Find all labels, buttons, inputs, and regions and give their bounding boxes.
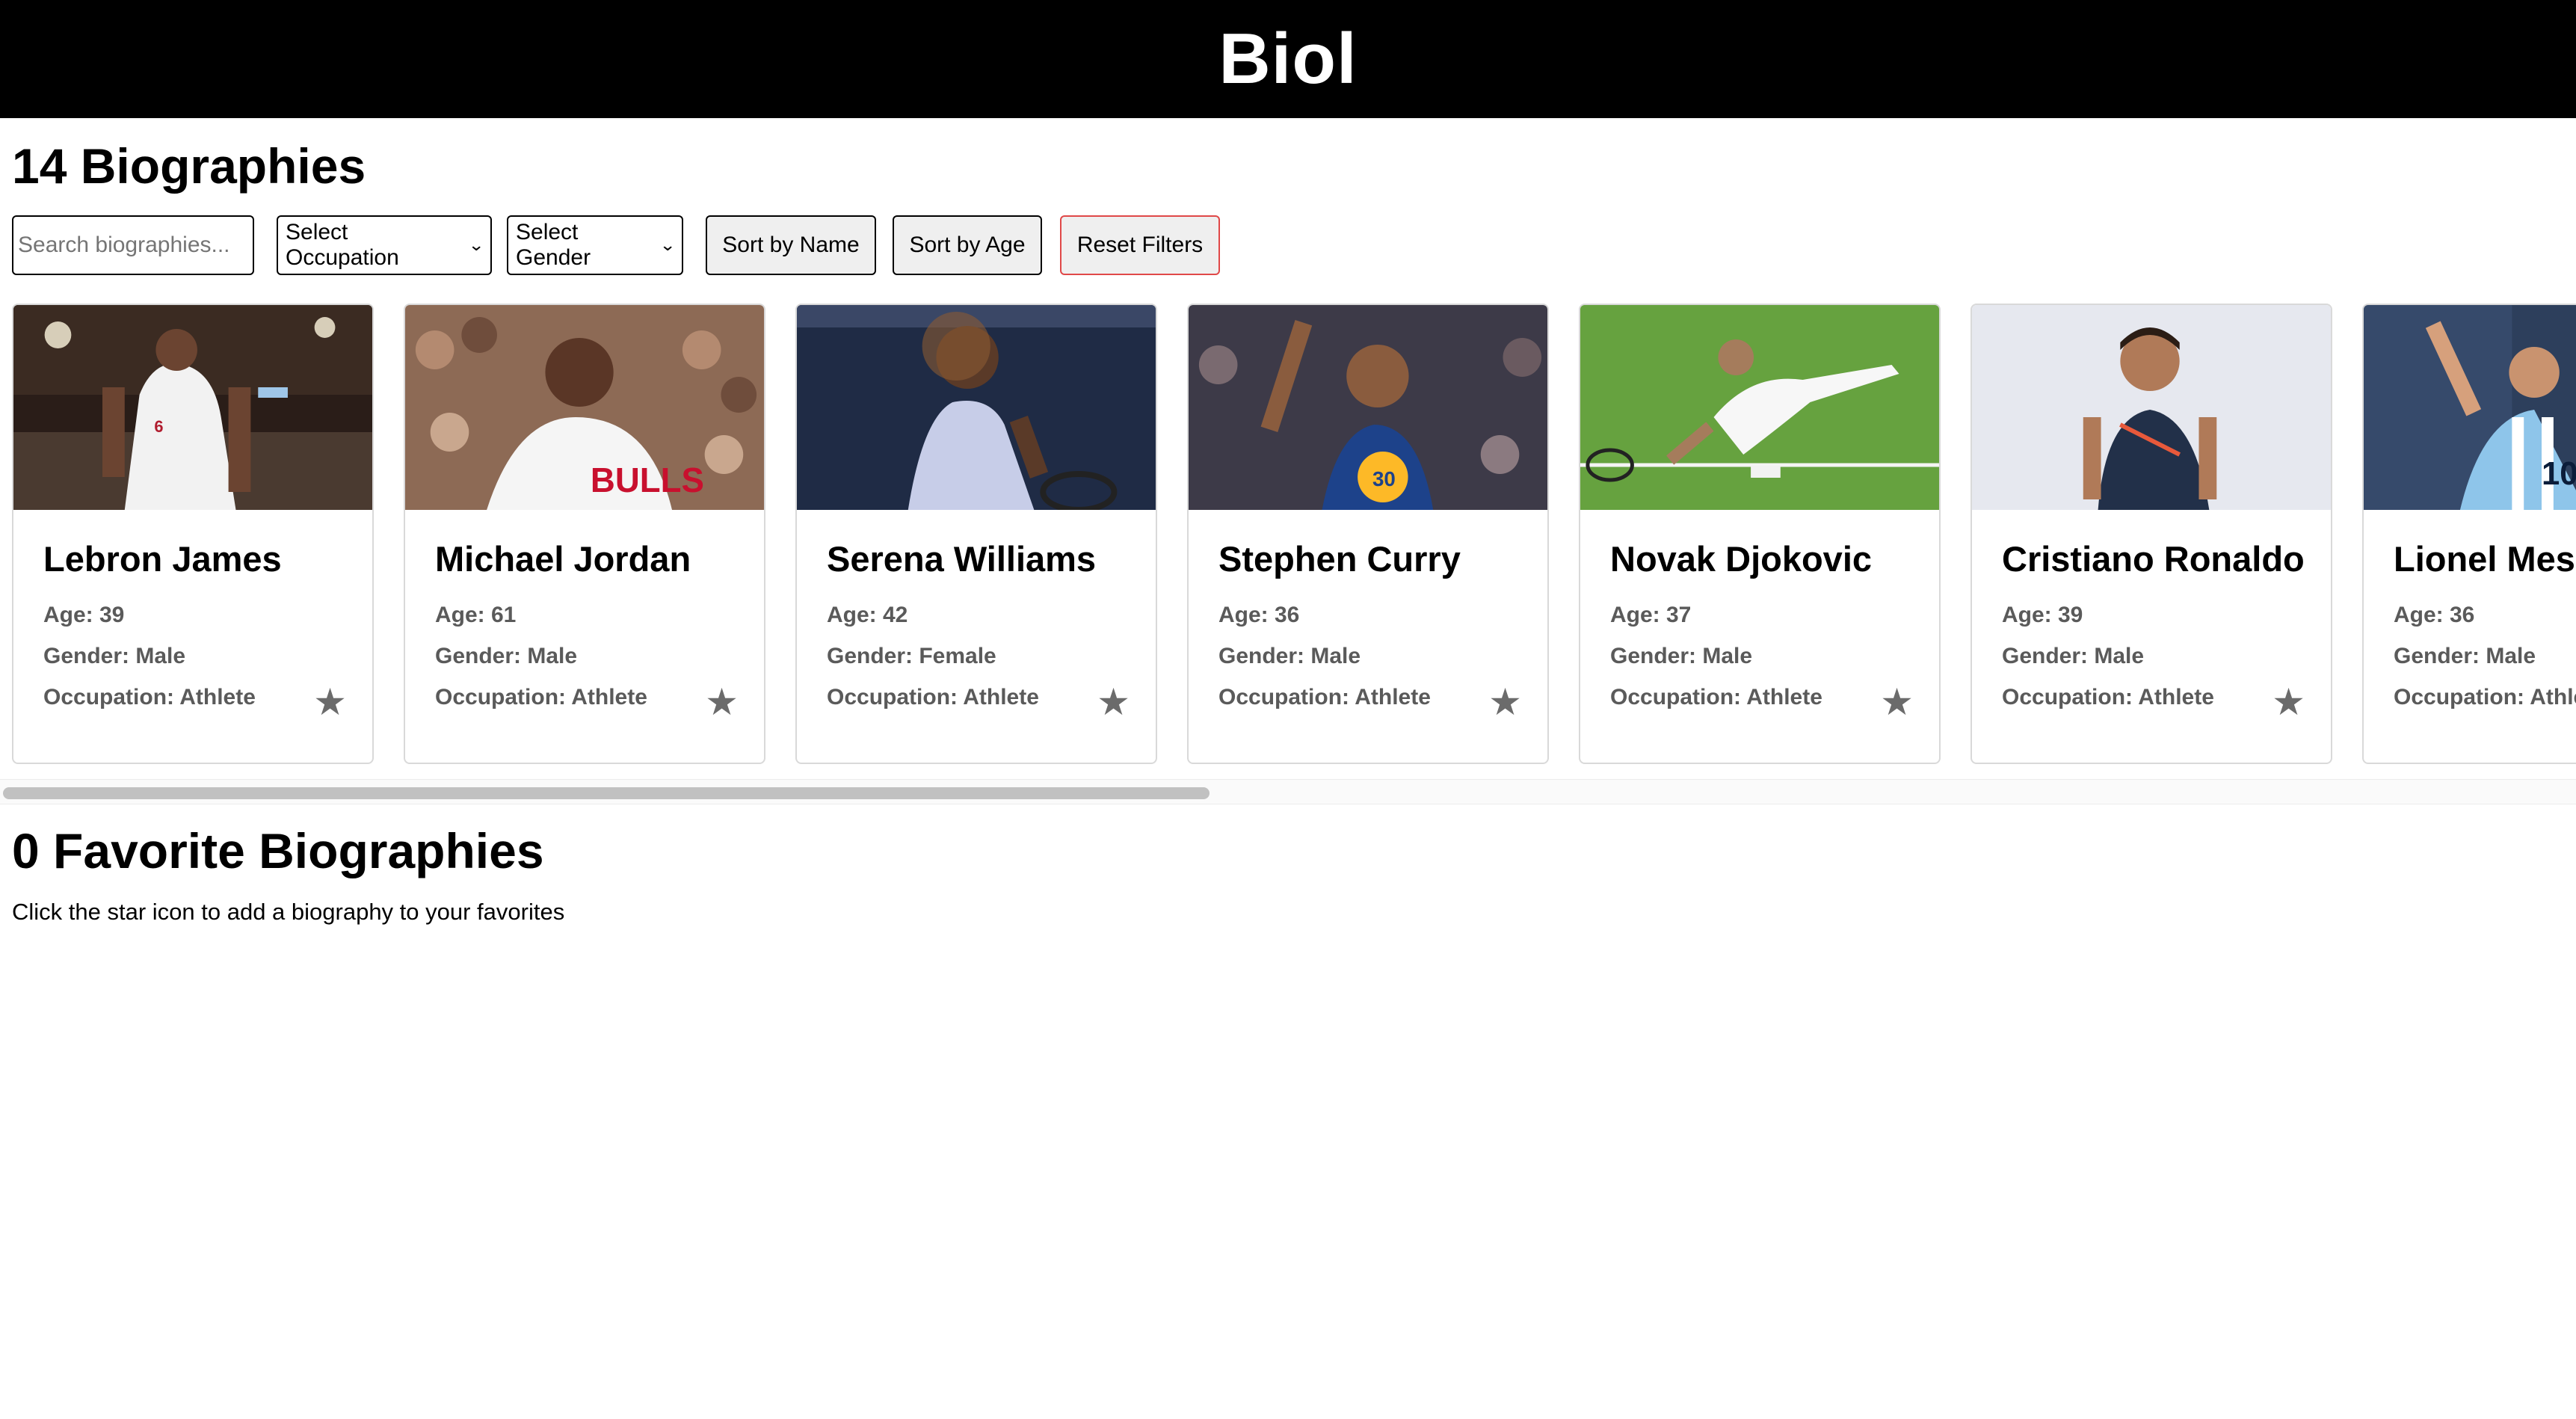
reset-filters-button[interactable]: Reset Filters — [1060, 215, 1220, 275]
gender-select-label: Select Gender — [516, 220, 591, 270]
sort-by-name-button[interactable]: Sort by Name — [706, 215, 876, 275]
card-photo: 6 — [13, 305, 372, 510]
card-occupation: Occupation: Athlete — [43, 685, 256, 710]
card-name: Serena Williams — [827, 539, 1097, 579]
scrollbar-thumb[interactable] — [3, 787, 1210, 799]
biography-card[interactable]: Cristiano Ronaldo Age: 39 Gender: Male O… — [1970, 304, 2332, 764]
card-occupation: Occupation: Athlete — [2002, 685, 2214, 710]
star-icon[interactable]: ★ — [2272, 683, 2305, 721]
card-age: Age: 61 — [435, 603, 517, 627]
card-age: Age: 36 — [2394, 603, 2475, 627]
card-photo: BULLS — [405, 305, 764, 510]
star-icon[interactable]: ★ — [1488, 683, 1522, 721]
card-gender: Gender: Male — [2394, 644, 2536, 668]
sort-by-age-button[interactable]: Sort by Age — [893, 215, 1042, 275]
svg-text:30: 30 — [1372, 467, 1396, 490]
biography-card[interactable]: 30 Stephen Curry Age: 36 Gender: Male Oc… — [1187, 304, 1549, 764]
star-icon[interactable]: ★ — [1097, 683, 1130, 721]
card-age: Age: 42 — [827, 603, 908, 627]
card-occupation: Occupation: Athlete — [435, 685, 647, 710]
biography-card[interactable]: 6 Lebron James Age: 39 Gender: Male Occu… — [12, 304, 374, 764]
horizontal-scrollbar[interactable] — [0, 779, 2576, 804]
card-photo — [797, 305, 1156, 510]
star-icon[interactable]: ★ — [313, 683, 347, 721]
search-input[interactable] — [12, 215, 254, 275]
card-photo: 10 — [2364, 305, 2576, 510]
card-age: Age: 39 — [2002, 603, 2083, 627]
occupation-select[interactable]: Select Occupation ⌄ — [277, 215, 492, 275]
biographies-count-title: 14 Biographies — [12, 138, 366, 194]
card-occupation: Occupation: Athlete — [1610, 685, 1822, 710]
card-gender: Gender: Male — [1610, 644, 1753, 668]
gender-select[interactable]: Select Gender ⌄ — [507, 215, 683, 275]
star-icon[interactable]: ★ — [1880, 683, 1914, 721]
card-age: Age: 36 — [1218, 603, 1300, 627]
card-name: Stephen Curry — [1218, 539, 1461, 579]
star-icon[interactable]: ★ — [705, 683, 739, 721]
app-header: Biol — [0, 0, 2576, 118]
biography-card[interactable]: BULLS Michael Jordan Age: 61 Gender: Mal… — [404, 304, 765, 764]
svg-text:10: 10 — [2542, 455, 2576, 492]
card-name: Michael Jordan — [435, 539, 691, 579]
card-age: Age: 39 — [43, 603, 125, 627]
biography-card[interactable]: Serena Williams Age: 42 Gender: Female O… — [795, 304, 1157, 764]
card-gender: Gender: Male — [435, 644, 578, 668]
favorites-hint: Click the star icon to add a biography t… — [12, 899, 565, 925]
card-occupation: Occupation: Athlete — [827, 685, 1039, 710]
card-age: Age: 37 — [1610, 603, 1692, 627]
svg-text:BULLS: BULLS — [591, 461, 704, 499]
card-name: Lebron James — [43, 539, 282, 579]
card-occupation: Occupation: Athlete — [2394, 685, 2576, 710]
card-name: Cristiano Ronaldo — [2002, 539, 2305, 579]
chevron-down-icon: ⌄ — [659, 236, 676, 254]
biography-card-list[interactable]: 6 Lebron James Age: 39 Gender: Male Occu… — [0, 304, 2576, 767]
card-photo — [1580, 305, 1939, 510]
card-gender: Gender: Male — [2002, 644, 2145, 668]
svg-text:6: 6 — [154, 417, 163, 436]
favorites-title: 0 Favorite Biographies — [12, 823, 544, 878]
card-gender: Gender: Female — [827, 644, 996, 668]
card-name: Lionel Messi — [2394, 539, 2576, 579]
biography-card[interactable]: Novak Djokovic Age: 37 Gender: Male Occu… — [1579, 304, 1941, 764]
occupation-select-label: Select Occupation — [286, 220, 399, 270]
filter-controls: Select Occupation ⌄ Select Gender ⌄ Sort… — [12, 215, 2569, 275]
card-gender: Gender: Male — [1218, 644, 1361, 668]
chevron-down-icon: ⌄ — [467, 236, 484, 254]
card-occupation: Occupation: Athlete — [1218, 685, 1431, 710]
app-title: Biol — [1218, 19, 1358, 99]
biography-card[interactable]: 10 Lionel Messi Age: 36 Gender: Male Occ… — [2362, 304, 2576, 764]
card-name: Novak Djokovic — [1610, 539, 1873, 579]
card-photo: 30 — [1189, 305, 1547, 510]
card-gender: Gender: Male — [43, 644, 186, 668]
card-photo — [1972, 305, 2331, 510]
